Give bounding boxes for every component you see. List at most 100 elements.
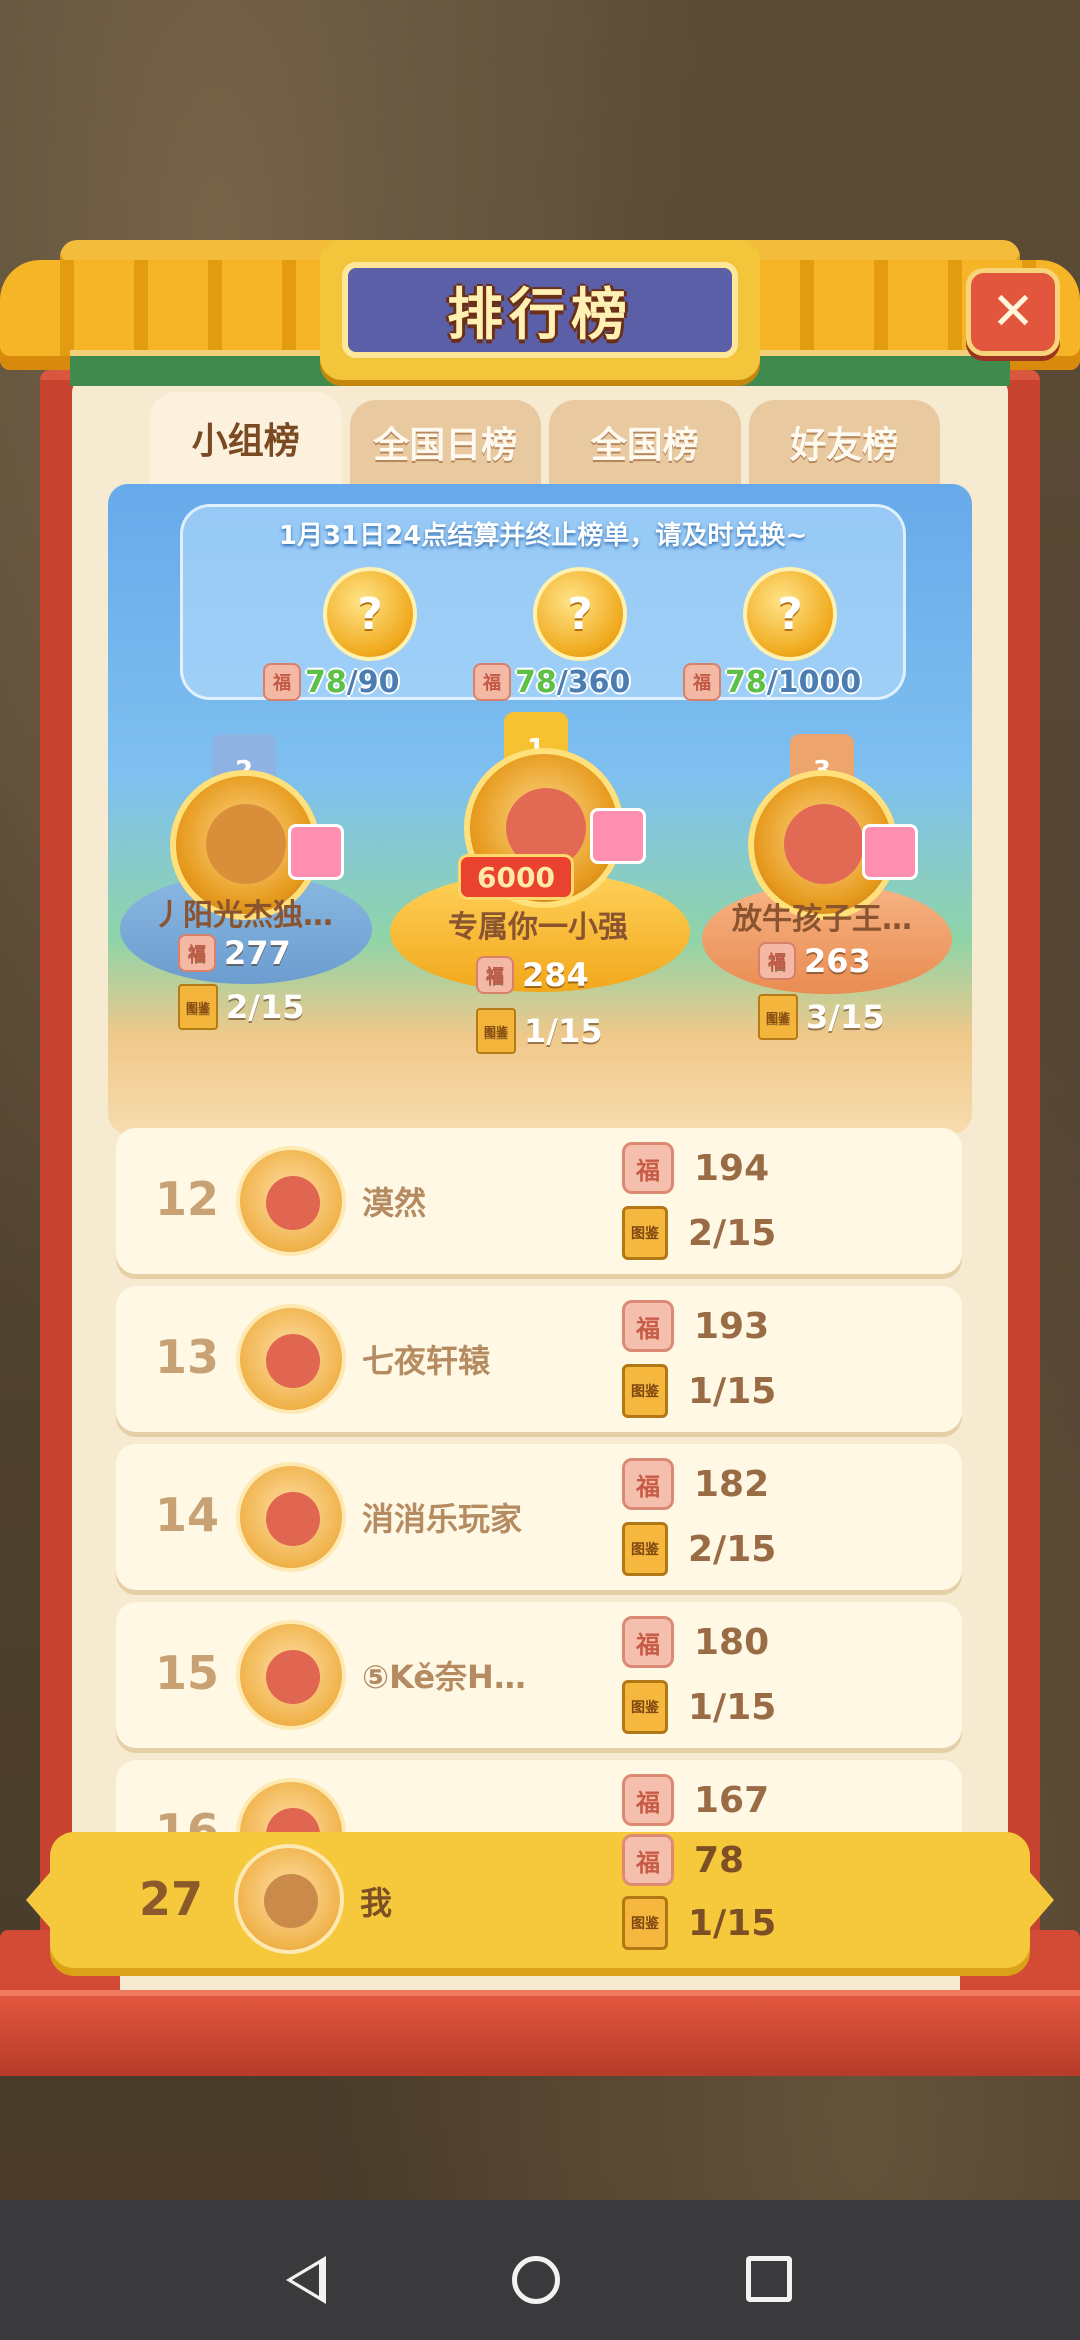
gift-icon: [590, 808, 646, 864]
second-score-row: 福 277: [178, 934, 291, 972]
score: 167: [694, 1779, 770, 1821]
list-item[interactable]: 16 福 167: [116, 1760, 962, 1836]
my-name: 我: [360, 1884, 393, 1922]
podium-third[interactable]: 3 放牛孩子王… 福 263 图鉴 3/15: [692, 734, 972, 1134]
fu-coin-icon: 福: [622, 1774, 674, 1826]
book-icon: 图鉴: [758, 994, 798, 1040]
reward-separator: /: [556, 664, 568, 700]
third-name: 放牛孩子王…: [732, 902, 912, 937]
reward-progress-text: 78/1000: [725, 665, 861, 700]
player-name: 漠然: [362, 1184, 427, 1222]
question-mark: ?: [567, 588, 593, 640]
fu-coin-icon: 福: [622, 1458, 674, 1510]
character-avatar-icon: [784, 804, 864, 884]
right-pillar: [1006, 380, 1040, 2030]
reward-tier-1[interactable]: ? 福 78/90: [263, 567, 463, 701]
my-score-row: 福 78: [622, 1834, 744, 1886]
progress: 1/15: [688, 1370, 777, 1412]
third-score-row: 福 263: [758, 942, 871, 980]
mystery-reward-icon: ?: [323, 567, 417, 661]
reward-progress: 福 78/1000: [683, 663, 861, 701]
score: 193: [694, 1305, 770, 1347]
my-avatar: [234, 1844, 344, 1954]
character-avatar-icon: [266, 1650, 320, 1704]
character-avatar-icon: [266, 1492, 320, 1546]
fu-coin-icon: 福: [622, 1834, 674, 1886]
book-icon: 图鉴: [622, 1896, 668, 1950]
back-icon[interactable]: [286, 2256, 326, 2304]
reward-current: 78: [515, 664, 557, 700]
settlement-notice: 1月31日24点结算并终止榜单，请及时兑换~: [278, 521, 808, 551]
reward-current: 78: [725, 664, 767, 700]
second-progress-row: 图鉴 2/15: [178, 984, 304, 1030]
my-ranking-row[interactable]: 27 我 福 78 图鉴 1/15: [26, 1832, 1054, 1968]
reward-total: 360: [567, 664, 631, 700]
question-mark: ?: [777, 588, 803, 640]
reward-progress: 福 78/90: [263, 663, 399, 701]
close-button[interactable]: ✕: [966, 268, 1060, 356]
rank-number: 14: [154, 1488, 219, 1542]
reward-tier-2[interactable]: ? 福 78/360: [473, 567, 673, 701]
list-item[interactable]: 14 消消乐玩家 福 182 图鉴 2/15: [116, 1444, 962, 1590]
gift-icon: [288, 824, 344, 880]
tab-group[interactable]: 小组榜: [150, 392, 342, 484]
fu-coin-icon: 福: [263, 663, 301, 701]
page-title: 排行榜: [447, 282, 633, 348]
progress-row: 图鉴 2/15: [622, 1522, 776, 1576]
tab-friends[interactable]: 好友榜: [748, 400, 940, 484]
tab-bar: 小组榜 全国日榜 全国榜 好友榜: [150, 392, 940, 484]
question-mark: ?: [357, 588, 383, 640]
recent-apps-icon[interactable]: [746, 2256, 792, 2302]
book-icon: 图鉴: [476, 1008, 516, 1054]
book-icon: 图鉴: [622, 1680, 668, 1734]
avatar: [236, 1146, 346, 1256]
list-item[interactable]: 13 七夜轩辕 福 193 图鉴 1/15: [116, 1286, 962, 1432]
reward-progress-text: 78/90: [305, 665, 399, 700]
left-pillar: [40, 380, 74, 2030]
fu-coin-icon: 福: [622, 1616, 674, 1668]
reward-separator: /: [766, 664, 778, 700]
podium-first[interactable]: 1 6000 专属你一小强 福 284 图鉴 1/15: [378, 712, 708, 1132]
avatar: [236, 1620, 346, 1730]
list-item[interactable]: 12 漠然 福 194 图鉴 2/15: [116, 1128, 962, 1274]
fu-coin-icon: 福: [683, 663, 721, 701]
rank-number: 13: [154, 1330, 219, 1384]
tab-national-daily[interactable]: 全国日榜: [349, 400, 541, 484]
title-plate: 排行榜: [320, 240, 760, 380]
score-row: 福 167: [622, 1774, 769, 1826]
my-rank-number: 27: [138, 1872, 203, 1926]
player-name: 七夜轩辕: [362, 1342, 491, 1380]
podium-second[interactable]: 2 丿阳光杰独… 福 277 图鉴 2/15: [108, 734, 398, 1134]
character-avatar-icon: [266, 1334, 320, 1388]
book-icon: 图鉴: [622, 1364, 668, 1418]
score-row: 福 194: [622, 1142, 769, 1194]
reward-separator: /: [346, 664, 358, 700]
reward-tier-3[interactable]: ? 福 78/1000: [683, 567, 883, 701]
frame-base: [0, 1990, 1080, 2076]
book-icon: 图鉴: [622, 1522, 668, 1576]
ranking-list[interactable]: 12 漠然 福 194 图鉴 2/15 13 七夜轩辕 福 193 图鉴 1/15 14…: [116, 1128, 962, 1836]
reward-progress: 福 78/360: [473, 663, 630, 701]
book-icon: 图鉴: [178, 984, 218, 1030]
progress: 2/15: [688, 1212, 777, 1254]
score: 182: [694, 1463, 770, 1505]
close-icon: ✕: [991, 282, 1035, 342]
home-icon[interactable]: [512, 2256, 560, 2304]
list-item[interactable]: 15 ⑤Kě奈H… 福 180 图鉴 1/15: [116, 1602, 962, 1748]
bonus-badge: 6000: [458, 854, 574, 900]
fu-coin-icon: 福: [178, 934, 216, 972]
first-score: 284: [522, 956, 589, 994]
third-progress-row: 图鉴 3/15: [758, 994, 884, 1040]
reward-progress-text: 78/360: [515, 665, 630, 700]
fu-coin-icon: 福: [758, 942, 796, 980]
bunny-avatar-icon: [264, 1874, 318, 1928]
second-name: 丿阳光杰独…: [153, 898, 333, 933]
fu-coin-icon: 福: [473, 663, 511, 701]
bear-avatar-icon: [206, 804, 286, 884]
reward-total: 90: [357, 664, 400, 700]
avatar: [236, 1462, 346, 1572]
my-score: 78: [694, 1839, 745, 1881]
first-name: 专属你一小强: [448, 910, 628, 945]
tab-national[interactable]: 全国榜: [549, 400, 741, 484]
second-score: 277: [224, 934, 291, 972]
